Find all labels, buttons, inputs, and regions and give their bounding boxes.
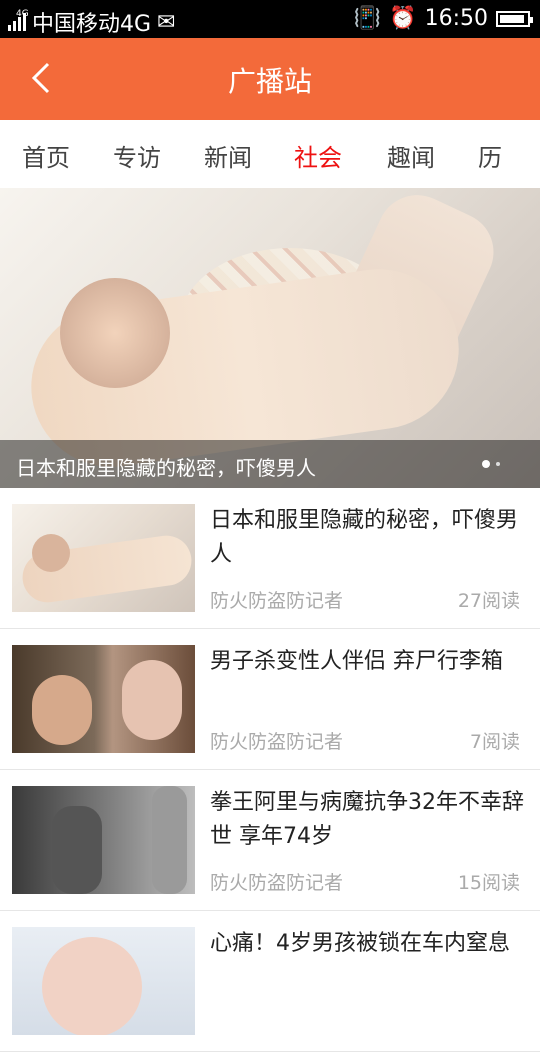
article-thumbnail — [12, 786, 195, 894]
carousel-indicator — [482, 460, 500, 468]
banner-carousel[interactable]: 日本和服里隐藏的秘密，吓傻男人 — [0, 188, 540, 488]
article-author: 防火防盗防记者 — [210, 872, 344, 894]
article-reads: 27阅读 — [457, 590, 520, 612]
article-reads: 15阅读 — [457, 872, 520, 894]
article-title: 日本和服里隐藏的秘密，吓傻男人 — [210, 508, 519, 567]
mail-icon: ✉ — [157, 9, 176, 35]
banner-caption-bar: 日本和服里隐藏的秘密，吓傻男人 — [0, 440, 540, 488]
battery-icon — [496, 10, 533, 27]
category-tabs: 首页 专访 新闻 社会 趣闻 历 — [0, 120, 540, 188]
article-title: 拳王阿里与病魔抗争32年不幸辞世 享年74岁 — [210, 790, 524, 849]
tab-interview[interactable]: 专访 — [113, 138, 161, 173]
article-title: 男子杀变性人伴侣 弃尸行李箱 — [210, 649, 503, 674]
article-thumbnail — [12, 927, 195, 1035]
tab-history[interactable]: 历 — [478, 138, 502, 173]
article-title: 心痛！4岁男孩被锁在车内窒息 — [210, 931, 510, 956]
list-item[interactable]: 日本和服里隐藏的秘密，吓傻男人 防火防盗防记者 27阅读 — [0, 488, 540, 629]
status-left: 4G 中国移动4G ✉ — [8, 6, 175, 38]
article-author: 防火防盗防记者 — [210, 590, 344, 612]
tab-society[interactable]: 社会 — [294, 138, 342, 173]
status-right: 📳 ⏰ 16:50 — [353, 6, 533, 31]
article-reads: 7阅读 — [469, 731, 520, 753]
alarm-icon: ⏰ — [389, 6, 417, 31]
indicator-dot-active — [482, 460, 490, 468]
list-item[interactable]: 心痛！4岁男孩被锁在车内窒息 — [0, 911, 540, 1052]
article-author: 防火防盗防记者 — [210, 731, 344, 753]
list-item[interactable]: 拳王阿里与病魔抗争32年不幸辞世 享年74岁 防火防盗防记者 15阅读 — [0, 770, 540, 911]
network-type: 4G — [16, 9, 29, 19]
article-thumbnail — [12, 645, 195, 753]
page-title: 广播站 — [227, 65, 312, 98]
tab-home[interactable]: 首页 — [22, 138, 70, 173]
status-bar: 4G 中国移动4G ✉ 📳 ⏰ 16:50 — [0, 0, 540, 38]
title-bar: 广播站 — [0, 38, 540, 120]
banner-caption: 日本和服里隐藏的秘密，吓傻男人 — [16, 456, 316, 480]
list-item[interactable]: 男子杀变性人伴侣 弃尸行李箱 防火防盗防记者 7阅读 — [0, 629, 540, 770]
article-list: 日本和服里隐藏的秘密，吓傻男人 防火防盗防记者 27阅读 男子杀变性人伴侣 弃尸… — [0, 488, 540, 1052]
carrier-label: 中国移动4G — [32, 12, 152, 37]
indicator-dot — [496, 462, 500, 466]
vibrate-icon: 📳 — [353, 6, 382, 31]
tab-news[interactable]: 新闻 — [204, 138, 252, 173]
tab-anecdotes[interactable]: 趣闻 — [387, 138, 435, 173]
clock: 16:50 — [424, 6, 488, 31]
article-thumbnail — [12, 504, 195, 612]
